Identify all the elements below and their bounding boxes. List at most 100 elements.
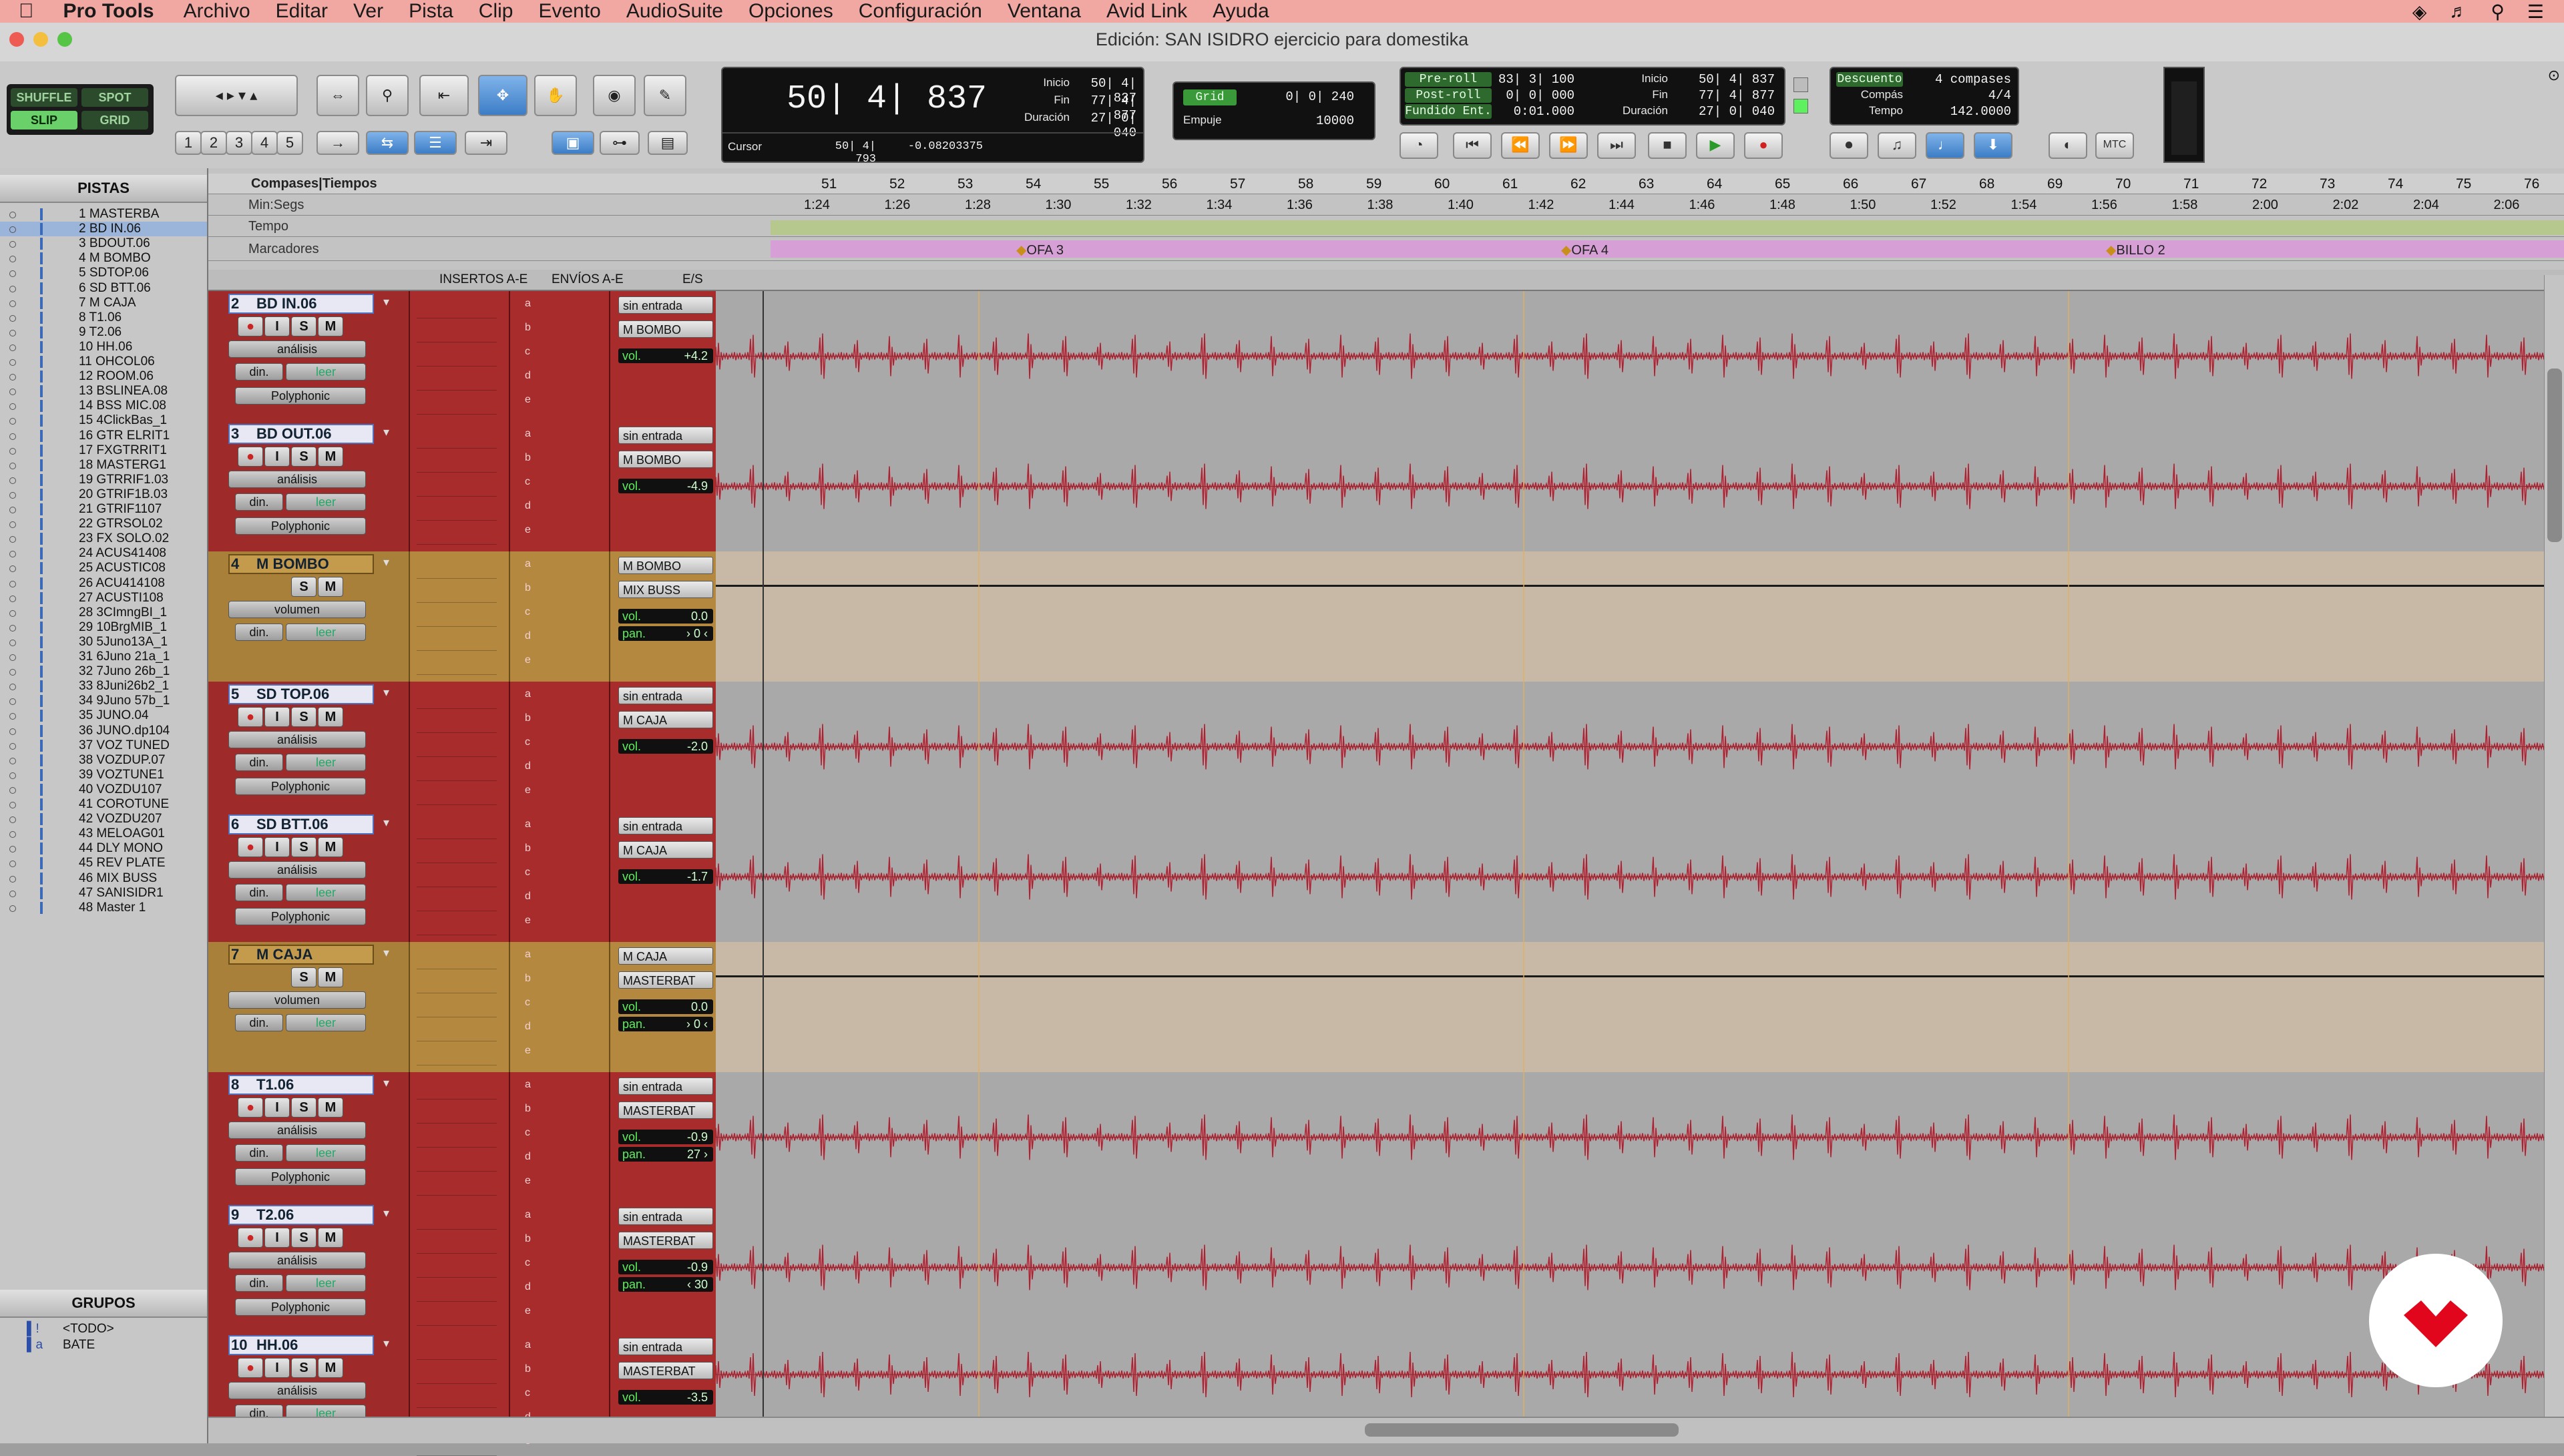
track-list-item[interactable]: 7 M CAJA [0, 296, 207, 310]
preroll-label[interactable]: Pre-roll [1405, 72, 1492, 87]
track-list-item[interactable]: 48 Master 1 [0, 901, 207, 915]
elastic-audio-selector[interactable]: Polyphonic [235, 908, 366, 925]
track-view-selector[interactable]: análisis [228, 340, 366, 358]
track-show-dot-icon[interactable] [9, 669, 16, 676]
track-list-item[interactable]: 17 FXGTRRIT1 [0, 443, 207, 458]
track-show-dot-icon[interactable] [9, 802, 16, 808]
midi-merge-icon[interactable]: ⏺ [1830, 132, 1868, 159]
send-slot[interactable]: b [525, 712, 533, 724]
insert-slot[interactable] [417, 1257, 497, 1278]
automation-mode-selector[interactable]: leer [286, 754, 366, 771]
automation-mode-selector[interactable]: leer [286, 493, 366, 511]
insert-slot[interactable] [417, 370, 497, 391]
send-slot[interactable]: d [525, 370, 533, 382]
volume-display[interactable]: vol. 0.0 [618, 609, 713, 624]
online-icon[interactable]: ◔ [1400, 132, 1438, 159]
track-list-item[interactable]: 46 MIX BUSS [0, 871, 207, 886]
send-slot[interactable]: a [525, 1079, 533, 1091]
input-monitor-button[interactable]: I [264, 707, 290, 727]
mute-button[interactable]: M [318, 707, 343, 727]
send-slot[interactable]: a [525, 428, 533, 440]
insert-slot[interactable] [417, 630, 497, 651]
track-show-dot-icon[interactable] [9, 389, 16, 396]
mirror-midi-icon[interactable]: ▣ [552, 131, 594, 155]
track-list-item[interactable]: 21 GTRIF1107 [0, 502, 207, 517]
send-slot[interactable]: d [525, 891, 533, 903]
send-slot[interactable]: b [525, 1363, 533, 1375]
countoff-icon[interactable]: ⬇ [1974, 132, 2012, 159]
postroll-label[interactable]: Post-roll [1405, 88, 1492, 103]
tr-duracion-value[interactable]: 27| 0| 040 [1688, 104, 1775, 119]
track-show-dot-icon[interactable] [9, 698, 16, 706]
track-show-dot-icon[interactable] [9, 477, 16, 484]
track-menu-icon[interactable]: ▾ [383, 1337, 389, 1351]
track-name[interactable]: 2 BD IN.06 [228, 294, 374, 314]
volume-display[interactable]: vol. -0.9 [618, 1130, 713, 1144]
insert-slot[interactable] [417, 322, 497, 342]
track-show-dot-icon[interactable] [9, 742, 16, 750]
dynamic-transport-button[interactable]: din. [235, 754, 283, 771]
dynamic-transport-button[interactable]: din. [235, 363, 283, 381]
track-playlist-lane[interactable] [716, 942, 2564, 1072]
track-show-dot-icon[interactable] [9, 595, 16, 602]
trim-tool-icon[interactable]: ⇤ [419, 75, 469, 116]
track-show-dot-icon[interactable] [9, 610, 16, 617]
send-slot[interactable]: a [525, 688, 533, 700]
menu-editar[interactable]: Editar [276, 0, 328, 23]
pan-display[interactable]: pan. › 0 ‹ [618, 626, 713, 641]
zoom-preset-3[interactable]: 3 [226, 131, 252, 155]
track-show-dot-icon[interactable] [9, 654, 16, 661]
mute-button[interactable]: M [318, 967, 343, 987]
insert-slot[interactable] [417, 394, 497, 415]
track-list-item[interactable]: 32 7Juno 26b_1 [0, 664, 207, 679]
send-slot[interactable]: e [525, 524, 533, 536]
pan-display[interactable]: pan. ‹ 30 [618, 1277, 713, 1292]
control-center-icon[interactable]: ☰ [2527, 1, 2544, 23]
track-playlist-lane[interactable] [716, 1332, 2564, 1417]
track-view-selector[interactable]: análisis [228, 1252, 366, 1269]
track-view-selector[interactable]: análisis [228, 471, 366, 488]
insert-slot[interactable] [417, 1021, 497, 1041]
volume-display[interactable]: vol. -1.7 [618, 869, 713, 884]
insert-slot[interactable] [417, 1209, 497, 1230]
track-show-dot-icon[interactable] [9, 403, 16, 411]
track-list-item[interactable]: 38 VOZDUP.07 [0, 753, 207, 768]
grupos-header[interactable]: GRUPOS [0, 1290, 207, 1318]
duracion-value[interactable]: 27| 0| 040 [1070, 111, 1136, 140]
toolbar-menu-icon[interactable]: ⊙ [2548, 67, 2560, 84]
track-list-item[interactable]: 23 FX SOLO.02 [0, 531, 207, 546]
track-view-selector[interactable]: análisis [228, 1122, 366, 1139]
volume-display[interactable]: vol. -0.9 [618, 1260, 713, 1274]
track-show-dot-icon[interactable] [9, 772, 16, 779]
volume-display[interactable]: vol. +4.2 [618, 348, 713, 363]
automation-mode-selector[interactable]: leer [286, 1144, 366, 1162]
insert-slot[interactable] [417, 1387, 497, 1408]
output-selector[interactable]: M BOMBO [618, 320, 713, 338]
send-slot[interactable]: d [525, 1281, 533, 1293]
zoom-preset-1[interactable]: 1 [175, 131, 202, 155]
smart-tool-icon[interactable]: ✥ [478, 75, 527, 116]
vertical-scrollbar[interactable] [2544, 275, 2564, 1417]
group-item[interactable]: ▌! <TODO> [0, 1322, 207, 1337]
track-list-item[interactable]: 47 SANISIDR1 [0, 886, 207, 901]
track-menu-icon[interactable]: ▾ [383, 816, 389, 830]
track-show-dot-icon[interactable] [9, 728, 16, 735]
send-slot[interactable]: c [525, 1127, 533, 1139]
track-show-dot-icon[interactable] [9, 241, 16, 248]
send-slot[interactable]: c [525, 736, 533, 748]
mute-button[interactable]: M [318, 316, 343, 336]
send-slot[interactable]: c [525, 346, 533, 358]
app-menu[interactable]: Pro Tools [63, 0, 154, 23]
empuje-value[interactable]: 10000 [1254, 113, 1354, 128]
track-list-item[interactable]: 26 ACU414108 [0, 576, 207, 591]
track-show-dot-icon[interactable] [9, 270, 16, 278]
menu-ventana[interactable]: Ventana [1008, 0, 1081, 23]
marker-ofa-3[interactable]: ◆OFA 3 [1016, 242, 1064, 258]
slip-button[interactable]: SLIP [11, 111, 77, 130]
track-list-item[interactable]: 13 BSLINEA.08 [0, 384, 207, 399]
tr-inicio-value[interactable]: 50| 4| 837 [1688, 72, 1775, 87]
track-show-dot-icon[interactable] [9, 875, 16, 883]
wait-for-note-icon[interactable]: ♫ [1878, 132, 1916, 159]
input-selector[interactable]: sin entrada [618, 1208, 713, 1225]
volume-display[interactable]: vol. 0.0 [618, 999, 713, 1014]
